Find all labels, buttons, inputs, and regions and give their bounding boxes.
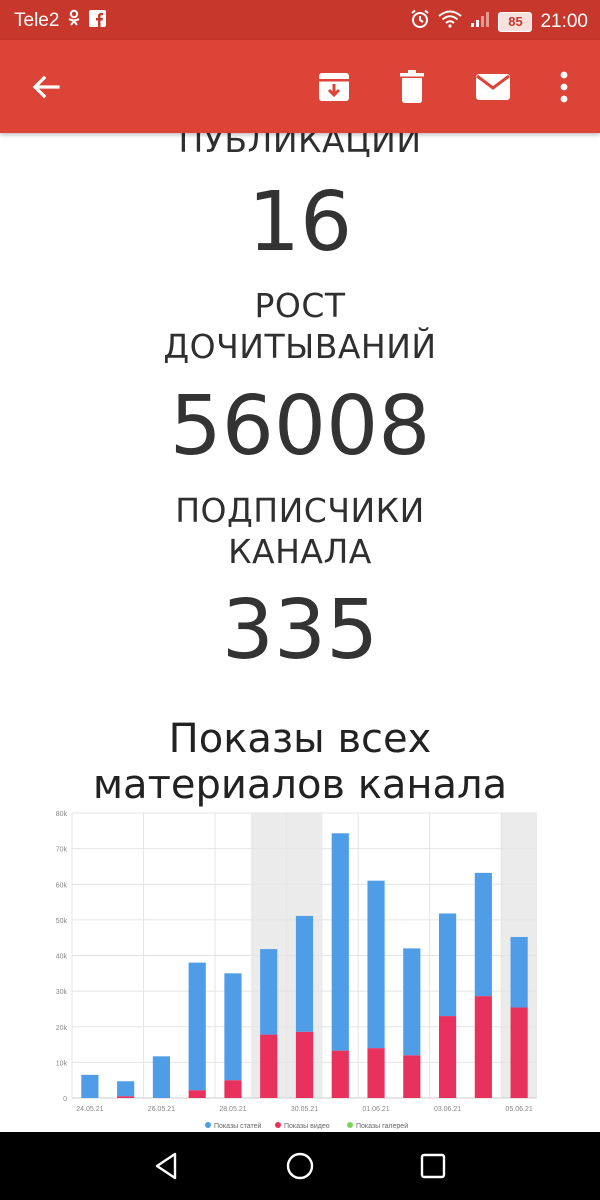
chart-title-line1: Показы всех	[168, 716, 432, 762]
back-arrow-icon[interactable]	[24, 65, 68, 109]
bar-articles	[474, 872, 492, 997]
stat-label-readthroughs-line1: РОСТ	[254, 286, 346, 325]
app-bar	[0, 40, 600, 133]
legend-label: Показы видео	[284, 1123, 330, 1129]
y-tick-label: 30k	[56, 989, 68, 996]
bar-articles	[367, 880, 385, 1049]
bar-video	[295, 1031, 314, 1098]
y-tick-label: 40k	[56, 954, 68, 961]
x-tick-label: 30.05.21	[291, 1106, 318, 1113]
bar-video	[188, 1090, 206, 1098]
bar-video	[474, 996, 492, 1098]
stat-label-publications: ПУБЛИКАЦИИ	[178, 133, 422, 160]
bar-video	[117, 1096, 135, 1098]
bar-articles	[331, 833, 349, 1051]
bar-video	[224, 1080, 242, 1098]
facebook-icon	[89, 9, 107, 33]
nav-back-icon[interactable]	[148, 1148, 184, 1184]
wifi-icon	[438, 10, 463, 34]
bar-articles	[188, 962, 206, 1091]
bar-articles	[403, 948, 421, 1056]
x-tick-label: 28.05.21	[219, 1106, 246, 1113]
legend-marker	[205, 1122, 211, 1128]
bar-articles	[510, 936, 528, 1008]
bar-video	[403, 1055, 421, 1098]
bar-articles	[260, 949, 278, 1035]
bar-video	[260, 1034, 278, 1098]
impressions-chart: 0 10k 20k 30k 40k 50k 60k 70k 80k 24.05.21 26.05.2…	[40, 807, 550, 1130]
navigation-bar	[0, 1132, 600, 1200]
more-vert-icon[interactable]	[542, 65, 586, 109]
x-tick-label: 05.06.21	[505, 1106, 532, 1113]
y-tick-label: 20k	[56, 1025, 68, 1032]
bar-articles	[224, 973, 242, 1081]
legend-marker	[347, 1122, 353, 1128]
nav-home-icon[interactable]	[282, 1148, 318, 1184]
impressions-chart-svg: 0 10k 20k 30k 40k 50k 60k 70k 80k 24.05.21 26.05.2…	[56, 811, 537, 1130]
signal-icon	[470, 10, 490, 34]
x-tick-label: 01.06.21	[362, 1106, 389, 1113]
stat-value-publications: 16	[247, 175, 353, 270]
status-bar: Tele2 85 21:00	[0, 0, 600, 40]
x-tick-label: 24.05.21	[76, 1106, 103, 1113]
legend-label: Показы статей	[214, 1122, 262, 1129]
chart-title: Показы всех материалов канала	[0, 716, 600, 808]
bar-video	[331, 1050, 349, 1098]
stat-value-subscribers: 335	[221, 583, 379, 678]
y-tick-label: 60k	[56, 882, 68, 889]
stat-label-subscribers-line2: КАНАЛА	[228, 532, 372, 571]
nav-recents-icon[interactable]	[415, 1148, 451, 1184]
stat-value-readthroughs: 56008	[169, 379, 431, 474]
y-tick-label: 50k	[56, 918, 68, 925]
stat-label-readthroughs-line2: ДОЧИТЫВАНИЙ	[163, 327, 437, 366]
y-tick-label: 80k	[56, 811, 68, 818]
legend-marker	[275, 1122, 281, 1128]
legend-label: Показы галерей	[356, 1122, 408, 1129]
bar-articles	[81, 1074, 99, 1098]
delete-icon[interactable]	[390, 65, 434, 109]
battery-indicator: 85	[498, 12, 533, 32]
mail-icon[interactable]	[471, 65, 515, 109]
bar-articles	[117, 1081, 135, 1097]
carrier-label: Tele2	[14, 10, 60, 31]
x-tick-label: 03.06.21	[434, 1106, 461, 1113]
y-tick-label: 70k	[56, 847, 68, 854]
bar-video	[438, 1016, 457, 1098]
email-content[interactable]: ПУБЛИКАЦИИ 16 РОСТ ДОЧИТЫВАНИЙ 56008 ПОД…	[0, 133, 600, 1132]
alarm-icon	[410, 9, 430, 35]
stat-label-subscribers-line1: ПОДПИСЧИКИ	[175, 491, 425, 530]
y-tick-label: 10k	[56, 1060, 68, 1067]
odnoklassniki-icon	[67, 9, 81, 33]
clock: 21:00	[540, 11, 588, 32]
archive-icon[interactable]	[312, 65, 356, 109]
x-tick-label: 26.05.21	[148, 1106, 175, 1113]
bar-video	[510, 1007, 528, 1098]
bar-video	[367, 1048, 385, 1098]
y-tick-label: 0	[63, 1096, 67, 1103]
bar-articles	[295, 915, 314, 1032]
bar-articles	[152, 1056, 171, 1098]
chart-title-line2: материалов канала	[92, 762, 508, 808]
bar-articles	[438, 913, 457, 1017]
